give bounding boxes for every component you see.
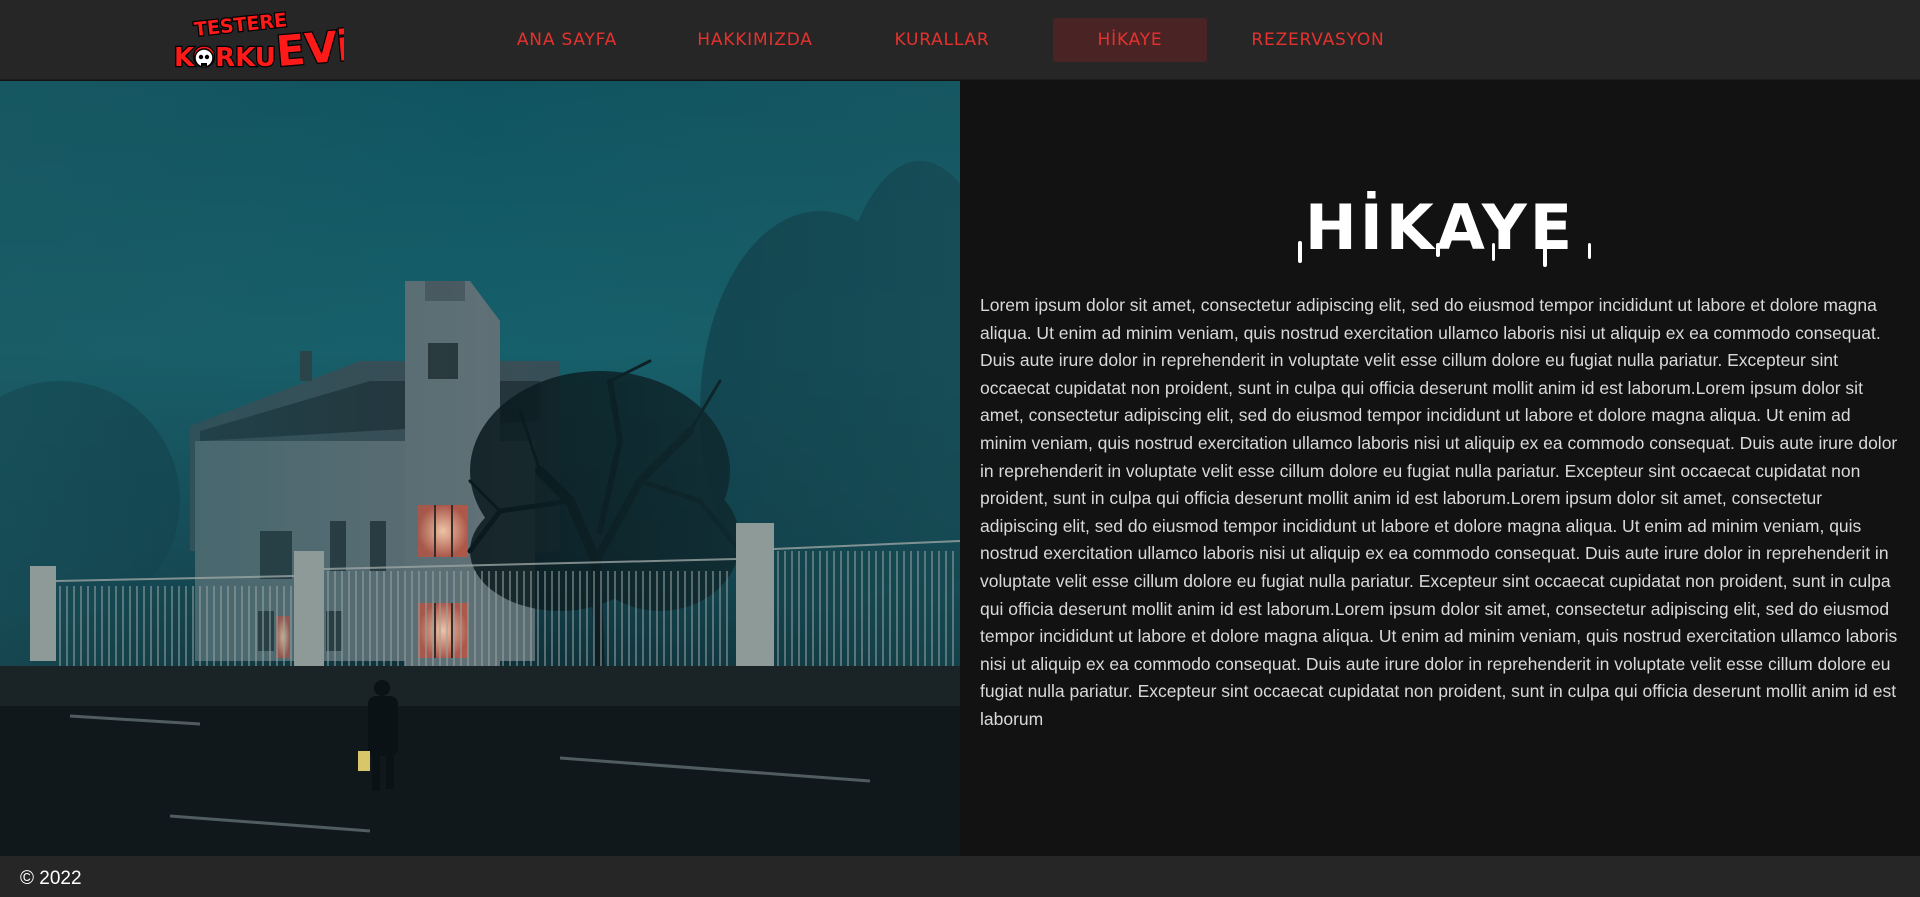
- svg-text:TESTERE: TESTERE: [193, 9, 288, 41]
- nav-hakkimizda[interactable]: HAKKIMIZDA: [684, 18, 826, 62]
- nav-rezervasyon[interactable]: REZERVASYON: [1240, 18, 1396, 62]
- svg-text:EVi: EVi: [274, 21, 344, 74]
- story-text: Lorem ipsum dolor sit amet, consectetur …: [980, 295, 1898, 729]
- nav-hikaye[interactable]: HİKAYE: [1053, 18, 1207, 62]
- top-navbar: TESTERE KORKU EVi ANA SAYFA HAKKIMIZDA K…: [0, 0, 1920, 80]
- footer: © 2022: [0, 856, 1920, 897]
- story-section: HİKAYE Lorem ipsum dolor sit amet, conse…: [960, 81, 1920, 856]
- nav-ana-sayfa[interactable]: ANA SAYFA: [500, 18, 634, 62]
- haunted-house-photo: [0, 81, 960, 856]
- nav-kurallar[interactable]: KURALLAR: [880, 18, 1004, 62]
- copyright-text: © 2022: [20, 868, 82, 889]
- skull-icon: [194, 48, 214, 68]
- site-logo[interactable]: TESTERE KORKU EVi: [172, 6, 355, 77]
- story-title: HİKAYE: [1298, 191, 1591, 267]
- svg-text:KORKU: KORKU: [174, 43, 276, 73]
- logo-image: TESTERE KORKU EVi: [173, 8, 355, 77]
